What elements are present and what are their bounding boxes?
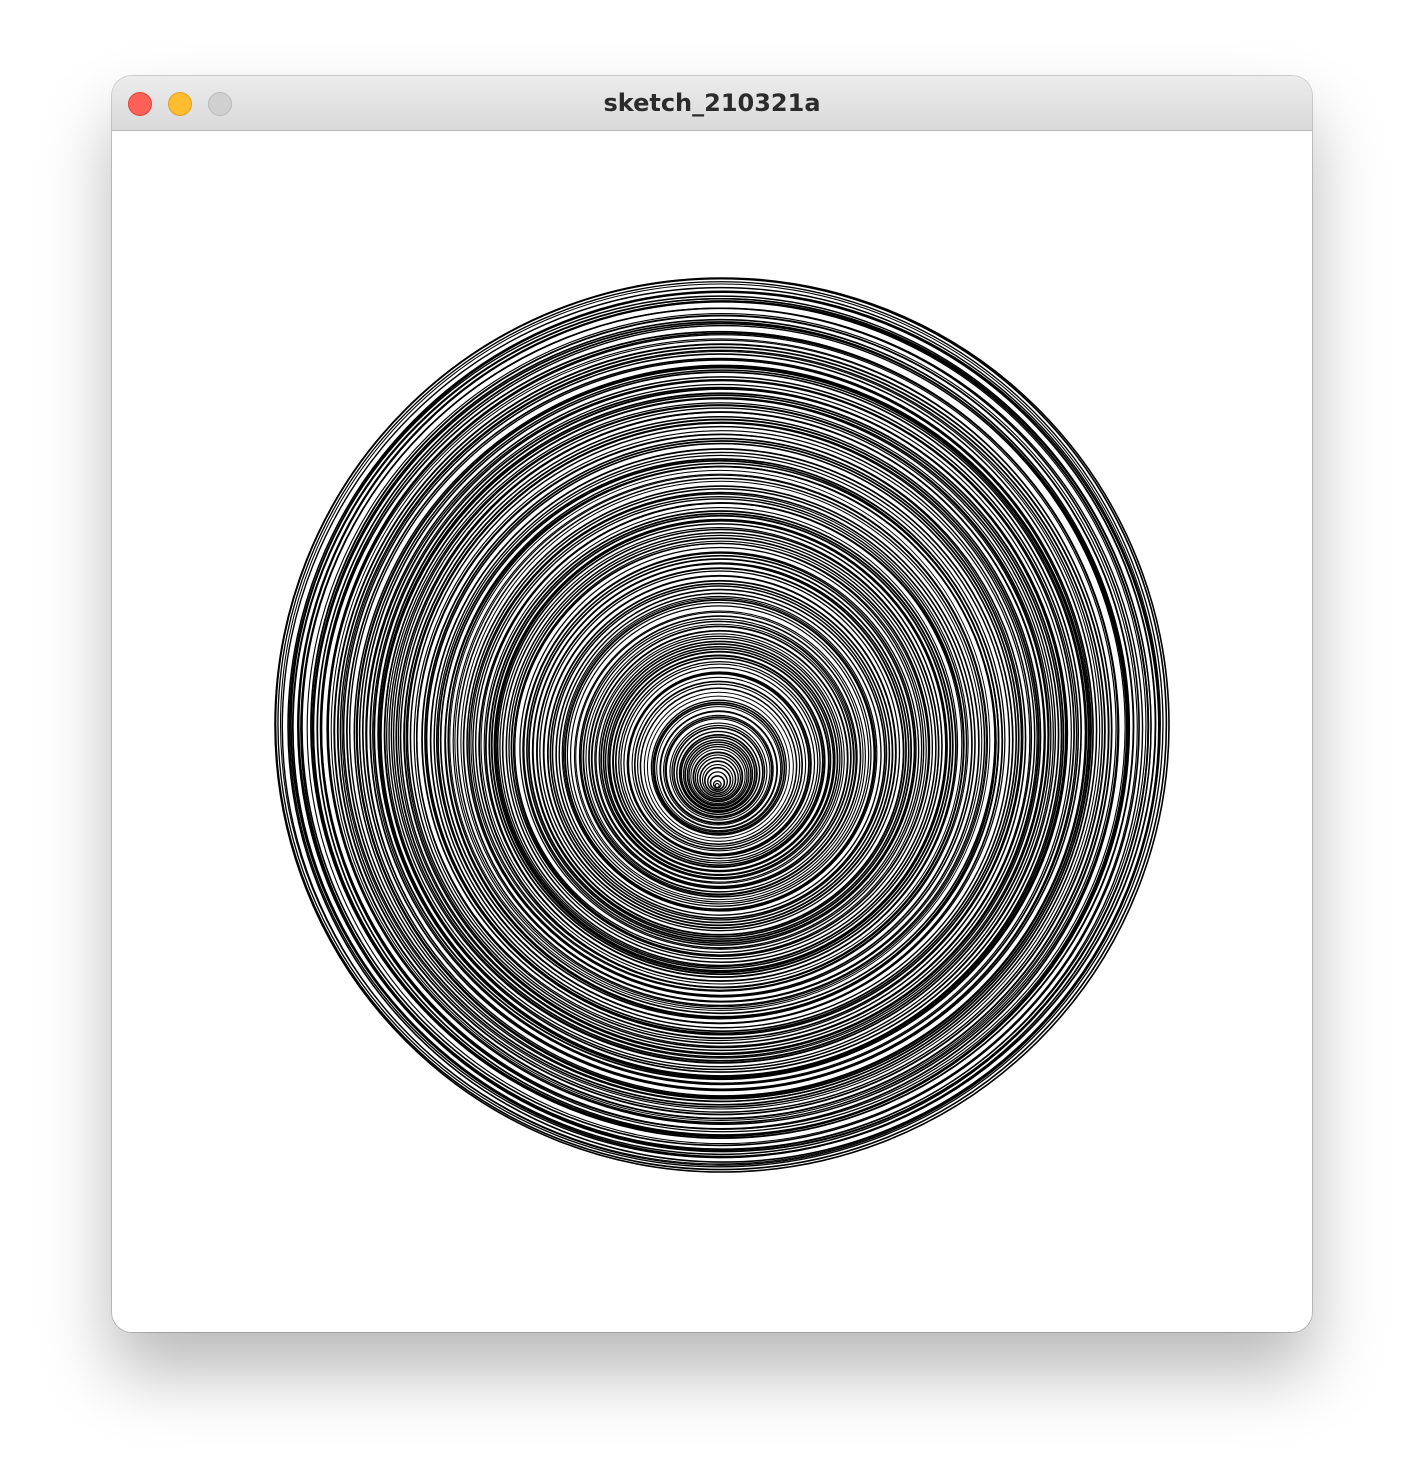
title-bar[interactable]: sketch_210321a [112, 76, 1312, 131]
sketch-window: sketch_210321a [112, 76, 1312, 1332]
window-title: sketch_210321a [603, 89, 821, 117]
ring [714, 782, 720, 789]
desktop: sketch_210321a [0, 0, 1424, 1480]
concentric-rings-drawing [274, 277, 1170, 1173]
sketch-canvas[interactable] [112, 131, 1312, 1332]
ring [539, 570, 901, 932]
